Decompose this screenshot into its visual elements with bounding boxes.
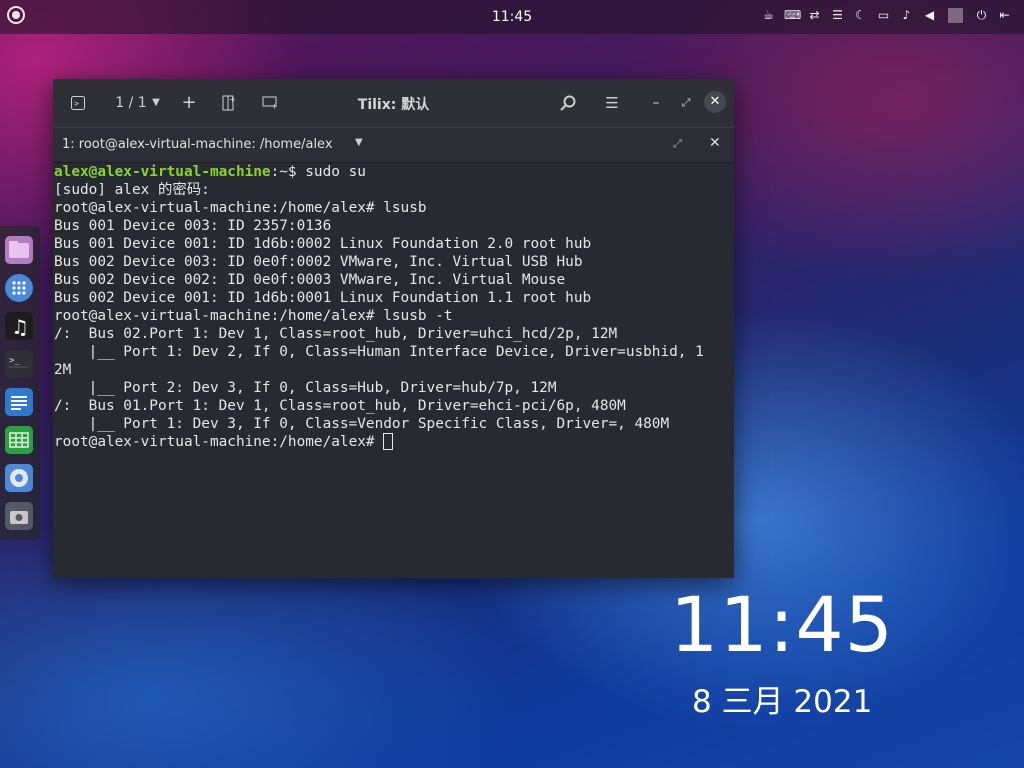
terminal-title[interactable]: 1: root@alex-virtual-machine: /home/alex bbox=[62, 137, 333, 152]
close-terminal-icon[interactable]: ✕ bbox=[709, 135, 721, 151]
spreadsheet-app-icon[interactable] bbox=[5, 426, 33, 454]
terminal-line: /: Bus 01.Port 1: Dev 1, Class=root_hub,… bbox=[54, 398, 626, 414]
menu-icon[interactable]: ☰ bbox=[830, 8, 845, 23]
terminal-line: root@alex-virtual-machine:/home/alex# ls… bbox=[54, 308, 453, 324]
tilix-window: > 1 / 1 ▼ + + + Tilix: 默认 ☰ – ⤢ ✕ 1: roo… bbox=[53, 79, 734, 578]
terminal-line: |__ Port 1: Dev 2, If 0, Class=Human Int… bbox=[54, 344, 704, 360]
terminal-line: root@alex-virtual-machine:/home/alex# ls… bbox=[54, 200, 427, 216]
svg-text:>_: >_ bbox=[9, 356, 20, 366]
terminal-line: Bus 002 Device 001: ID 1d6b:0001 Linux F… bbox=[54, 290, 592, 306]
svg-text:♫: ♫ bbox=[11, 315, 29, 339]
screenshot-app-icon[interactable] bbox=[5, 502, 33, 530]
folder-icon[interactable]: ▭ bbox=[876, 8, 891, 23]
terminal-line: alex@alex-virtual-machine:~$ sudo su bbox=[54, 163, 735, 181]
terminal-line: |__ Port 2: Dev 3, If 0, Class=Hub, Driv… bbox=[54, 380, 557, 396]
maximize-icon[interactable]: ⤢ bbox=[679, 93, 693, 113]
terminal-line: root@alex-virtual-machine:/home/alex# bbox=[54, 433, 735, 451]
power-icon[interactable]: ⏻ bbox=[974, 8, 989, 23]
terminal-line: Bus 002 Device 002: ID 0e0f:0003 VMware,… bbox=[54, 272, 566, 288]
keyboard-icon[interactable]: ⌨ bbox=[784, 8, 801, 23]
terminal-line: /: Bus 02.Port 1: Dev 1, Class=root_hub,… bbox=[54, 326, 618, 342]
notification-bell-icon[interactable]: ♪ bbox=[899, 8, 914, 23]
window-title: Tilix: 默认 bbox=[357, 97, 430, 113]
terminal-tab-bar: 1: root@alex-virtual-machine: /home/alex… bbox=[53, 127, 734, 163]
text-editor-app-icon[interactable] bbox=[5, 388, 33, 416]
prompt-user: alex@alex-virtual-machine bbox=[54, 164, 271, 180]
terminal-line: |__ Port 1: Dev 3, If 0, Class=Vendor Sp… bbox=[54, 416, 670, 432]
terminal-app-icon[interactable]: >_ bbox=[5, 350, 33, 378]
desktop-clock: 11:45 bbox=[670, 580, 895, 669]
terminal-line: Bus 001 Device 003: ID 2357:0136 bbox=[54, 218, 332, 234]
text-cursor bbox=[383, 433, 394, 450]
files-app-icon[interactable] bbox=[5, 236, 33, 264]
volume-icon[interactable]: ◀ bbox=[922, 8, 937, 23]
minimize-icon[interactable]: – bbox=[649, 93, 663, 113]
chevron-down-icon[interactable]: ▼ bbox=[355, 137, 363, 148]
chrome-app-icon[interactable] bbox=[5, 464, 33, 492]
dock: ♫ >_ bbox=[0, 226, 40, 540]
app-grid-icon[interactable] bbox=[5, 274, 33, 302]
maximize-terminal-icon[interactable]: ⤢ bbox=[673, 137, 682, 151]
night-mode-icon[interactable]: ☾ bbox=[853, 8, 868, 23]
terminal-line: Bus 001 Device 001: ID 1d6b:0002 Linux F… bbox=[54, 236, 592, 252]
terminal-output[interactable]: alex@alex-virtual-machine:~$ sudo su [sud… bbox=[53, 163, 735, 578]
top-panel: 11:45 ☕ ⌨ ⇄ ☰ ☾ ▭ ♪ ◀ ⏻ ⇤ bbox=[0, 0, 1024, 34]
coffee-icon[interactable]: ☕ bbox=[761, 8, 776, 23]
window-titlebar[interactable]: > 1 / 1 ▼ + + + Tilix: 默认 ☰ – ⤢ ✕ bbox=[53, 79, 734, 127]
current-prompt: root@alex-virtual-machine:/home/alex# bbox=[54, 434, 384, 450]
terminal-line: 2M bbox=[54, 362, 72, 378]
system-tray: ☕ ⌨ ⇄ ☰ ☾ ▭ ♪ ◀ ⏻ ⇤ bbox=[761, 8, 1012, 23]
close-window-icon[interactable]: ✕ bbox=[704, 91, 726, 113]
prompt-command: :~$ sudo su bbox=[270, 164, 366, 180]
search-icon[interactable] bbox=[559, 93, 577, 113]
tray-divider bbox=[948, 8, 963, 23]
terminal-line: [sudo] alex 的密码: bbox=[54, 182, 210, 198]
music-app-icon[interactable]: ♫ bbox=[5, 312, 33, 340]
hamburger-menu-icon[interactable]: ☰ bbox=[603, 93, 621, 113]
terminal-line: Bus 002 Device 003: ID 0e0f:0002 VMware,… bbox=[54, 254, 583, 270]
network-icon[interactable]: ⇄ bbox=[807, 8, 822, 23]
desktop-date: 8 三月 2021 bbox=[692, 684, 873, 720]
logout-icon[interactable]: ⇤ bbox=[997, 8, 1012, 23]
